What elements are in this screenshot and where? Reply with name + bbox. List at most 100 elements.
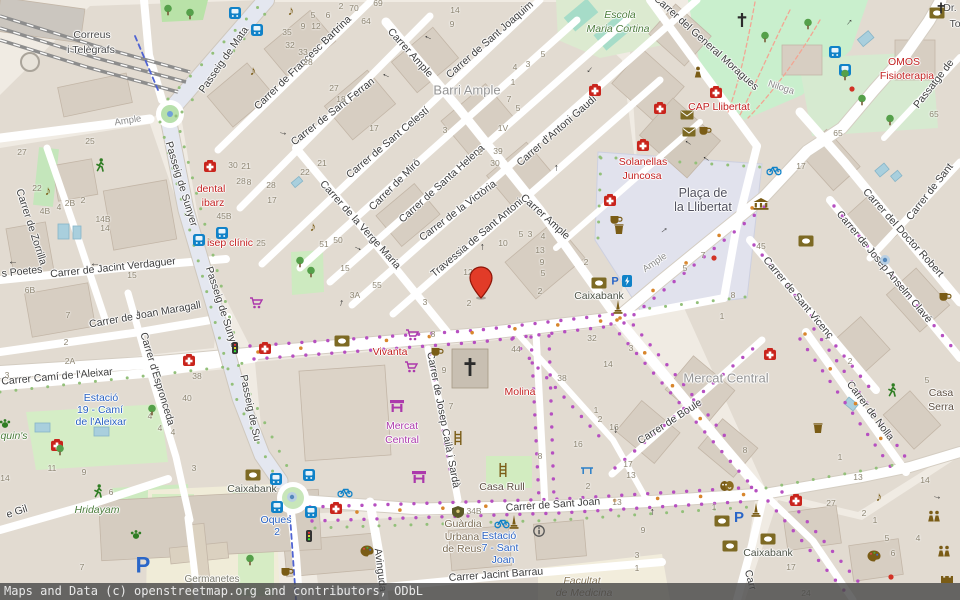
monument-icon (614, 300, 623, 314)
street-label: Carrer Jacint Barrau (448, 566, 543, 583)
place-label: Serra (928, 402, 954, 413)
atm-icon (930, 8, 945, 19)
street-label: Passeig de Su (238, 374, 262, 442)
street-label: Carrer Ample (519, 192, 572, 241)
house-number: 2 (64, 338, 69, 347)
house-number: 6 (326, 11, 331, 20)
house-number: 2 (584, 258, 589, 267)
house-number: 2 (848, 357, 853, 366)
museum-icon (754, 198, 769, 210)
house-number: 11 (48, 464, 57, 473)
tree-icon (246, 555, 255, 566)
location-marker[interactable] (468, 266, 494, 305)
atm-icon (335, 336, 350, 347)
atm-icon (592, 278, 607, 289)
pharmacy-icon (604, 194, 617, 207)
house-number: 3 (629, 344, 634, 353)
house-number: 7 (66, 311, 71, 320)
house-number: 6 (109, 488, 114, 497)
house-number: 2 (598, 415, 603, 424)
house-number: 21 (241, 162, 250, 171)
house-number: 30 (228, 161, 237, 170)
street-label: s Poetes (1, 265, 43, 280)
cup-icon (431, 347, 444, 357)
oneway-arrow-icon: → (699, 152, 713, 166)
paw-icon (0, 418, 11, 429)
house-number: 5 (311, 11, 316, 20)
house-number: 4 (513, 63, 518, 72)
bus-icon (839, 64, 851, 76)
oneway-arrow-icon: → (133, 308, 143, 318)
monument-icon (510, 515, 519, 529)
bus-icon (305, 506, 317, 518)
place-label: 19 - Camí (77, 405, 123, 416)
palette-icon (360, 545, 374, 557)
street-label: Carrer de Jacint Verdaguer (50, 256, 176, 280)
place-label: Juncosa (622, 171, 661, 182)
bus-icon (193, 234, 205, 246)
oneway-arrow-icon: → (379, 69, 392, 82)
street-label: Passeig de Sunyer (203, 265, 240, 352)
street-label: Carrer d'Antoni Gaudí (515, 94, 599, 169)
mail-icon (681, 111, 694, 120)
house-number: 8 (731, 291, 736, 300)
house-number: 34B (466, 507, 481, 516)
tree-icon (307, 267, 316, 278)
house-number: 51 (319, 240, 328, 249)
house-number: 9 (82, 468, 87, 477)
house-number: 7 (701, 251, 706, 260)
ladder-icon (499, 463, 507, 477)
pharmacy-icon (183, 354, 196, 367)
house-number: 39 (493, 147, 502, 156)
house-number: 1 (873, 516, 878, 525)
place-label: Escola (604, 10, 636, 21)
pharmacy-icon (330, 502, 343, 515)
tree-icon (148, 405, 157, 416)
street-label: Carrer de la Victòria (418, 179, 499, 243)
pharmacy-icon (637, 139, 650, 152)
parking-icon: P (136, 566, 151, 569)
oneway-arrow-icon: → (335, 297, 347, 309)
cart-icon (404, 361, 418, 374)
street-label: Carrer de Boule (636, 397, 704, 446)
house-number: 2A (65, 357, 75, 366)
dotred-icon (888, 574, 894, 580)
place-label: de l'Aleixar (75, 417, 126, 428)
house-number: 5 (541, 50, 546, 59)
cart-icon (405, 329, 419, 342)
tree-icon (56, 445, 65, 456)
house-number: 17 (796, 162, 805, 171)
bench-icon (581, 466, 593, 474)
paw-icon (130, 529, 142, 540)
house-number: 25 (256, 239, 265, 248)
house-number: 5 (885, 534, 890, 543)
attribution-text: Maps and Data (c) openstreetmap.org and … (4, 584, 423, 598)
pharmacy-icon (654, 102, 667, 115)
house-number: 38 (557, 374, 566, 383)
street-label: Carrer de Josep Anselm Clavé (834, 209, 934, 325)
house-number: 3 (192, 464, 197, 473)
place-label: i Telègrafs (67, 45, 115, 56)
attribution-bar: Maps and Data (c) openstreetmap.org and … (0, 583, 960, 600)
place-label: Caixabank (574, 291, 624, 302)
atm-icon (715, 516, 730, 527)
place-label: 2 (274, 527, 280, 538)
pharmacy-icon (764, 348, 777, 361)
house-number: 17 (369, 124, 378, 133)
oneway-arrow-icon: → (657, 223, 671, 237)
street-label: Carrer de Miró (367, 157, 422, 212)
house-number: 3 (423, 298, 428, 307)
house-number: 4 (148, 412, 153, 421)
house-number: 15 (340, 264, 349, 273)
palette-icon (867, 550, 881, 562)
map-canvas[interactable]: AmplePasseig de MataCarrer de Francesc B… (0, 0, 960, 600)
house-number: 9 (641, 526, 646, 535)
oneway-arrow-icon: → (551, 163, 561, 173)
place-label: Guàrdia (444, 519, 481, 530)
place-label: quin's (0, 431, 27, 442)
tree-icon (186, 9, 195, 20)
place-label: 7 - Sant (482, 543, 519, 554)
pharmacy-icon (51, 439, 64, 452)
people-icon (927, 511, 941, 522)
person-icon (694, 67, 702, 78)
